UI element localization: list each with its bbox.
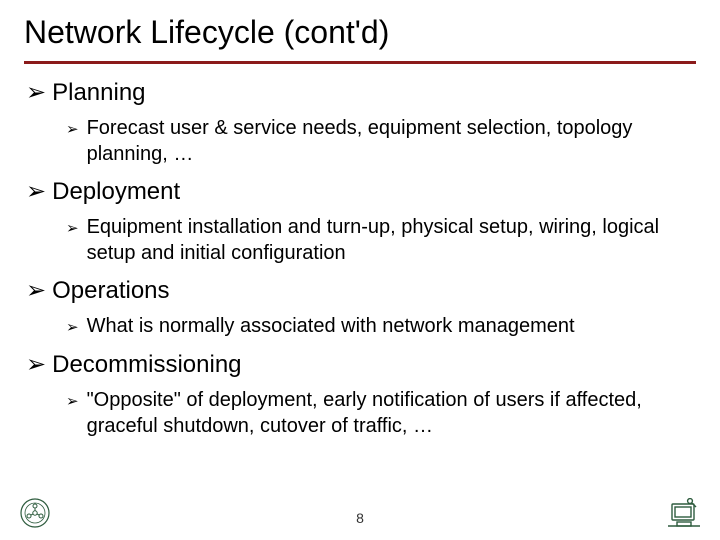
computer-icon [666, 498, 702, 530]
slide-title: Network Lifecycle (cont'd) [24, 14, 696, 51]
bullet-heading: Deployment [52, 177, 180, 207]
chevron-icon: ➢ [26, 78, 46, 108]
chevron-icon: ➢ [66, 116, 79, 139]
chevron-icon: ➢ [66, 314, 79, 337]
bullet-deployment: ➢ Deployment [26, 177, 696, 207]
page-number: 8 [356, 510, 364, 526]
subbullet-operations: ➢ What is normally associated with netwo… [66, 314, 696, 340]
subbullet-text: Equipment installation and turn-up, phys… [87, 215, 696, 266]
seal-icon [18, 496, 52, 530]
bullet-planning: ➢ Planning [26, 78, 696, 108]
chevron-icon: ➢ [66, 215, 79, 238]
bullet-decommissioning: ➢ Decommissioning [26, 350, 696, 380]
chevron-icon: ➢ [26, 276, 46, 306]
bullet-heading: Planning [52, 78, 145, 108]
slide-body: ➢ Planning ➢ Forecast user & service nee… [24, 78, 696, 439]
subbullet-text: What is normally associated with network… [87, 314, 575, 340]
subbullet-decommissioning: ➢ "Opposite" of deployment, early notifi… [66, 388, 696, 439]
subbullet-planning: ➢ Forecast user & service needs, equipme… [66, 116, 696, 167]
slide: Network Lifecycle (cont'd) ➢ Planning ➢ … [0, 0, 720, 540]
subbullet-text: Forecast user & service needs, equipment… [87, 116, 696, 167]
title-underline [24, 61, 696, 64]
chevron-icon: ➢ [26, 177, 46, 207]
chevron-icon: ➢ [66, 388, 79, 411]
bullet-heading: Operations [52, 276, 169, 306]
bullet-heading: Decommissioning [52, 350, 241, 380]
bullet-operations: ➢ Operations [26, 276, 696, 306]
chevron-icon: ➢ [26, 350, 46, 380]
slide-footer: 8 [0, 496, 720, 530]
subbullet-deployment: ➢ Equipment installation and turn-up, ph… [66, 215, 696, 266]
subbullet-text: "Opposite" of deployment, early notifica… [87, 388, 696, 439]
